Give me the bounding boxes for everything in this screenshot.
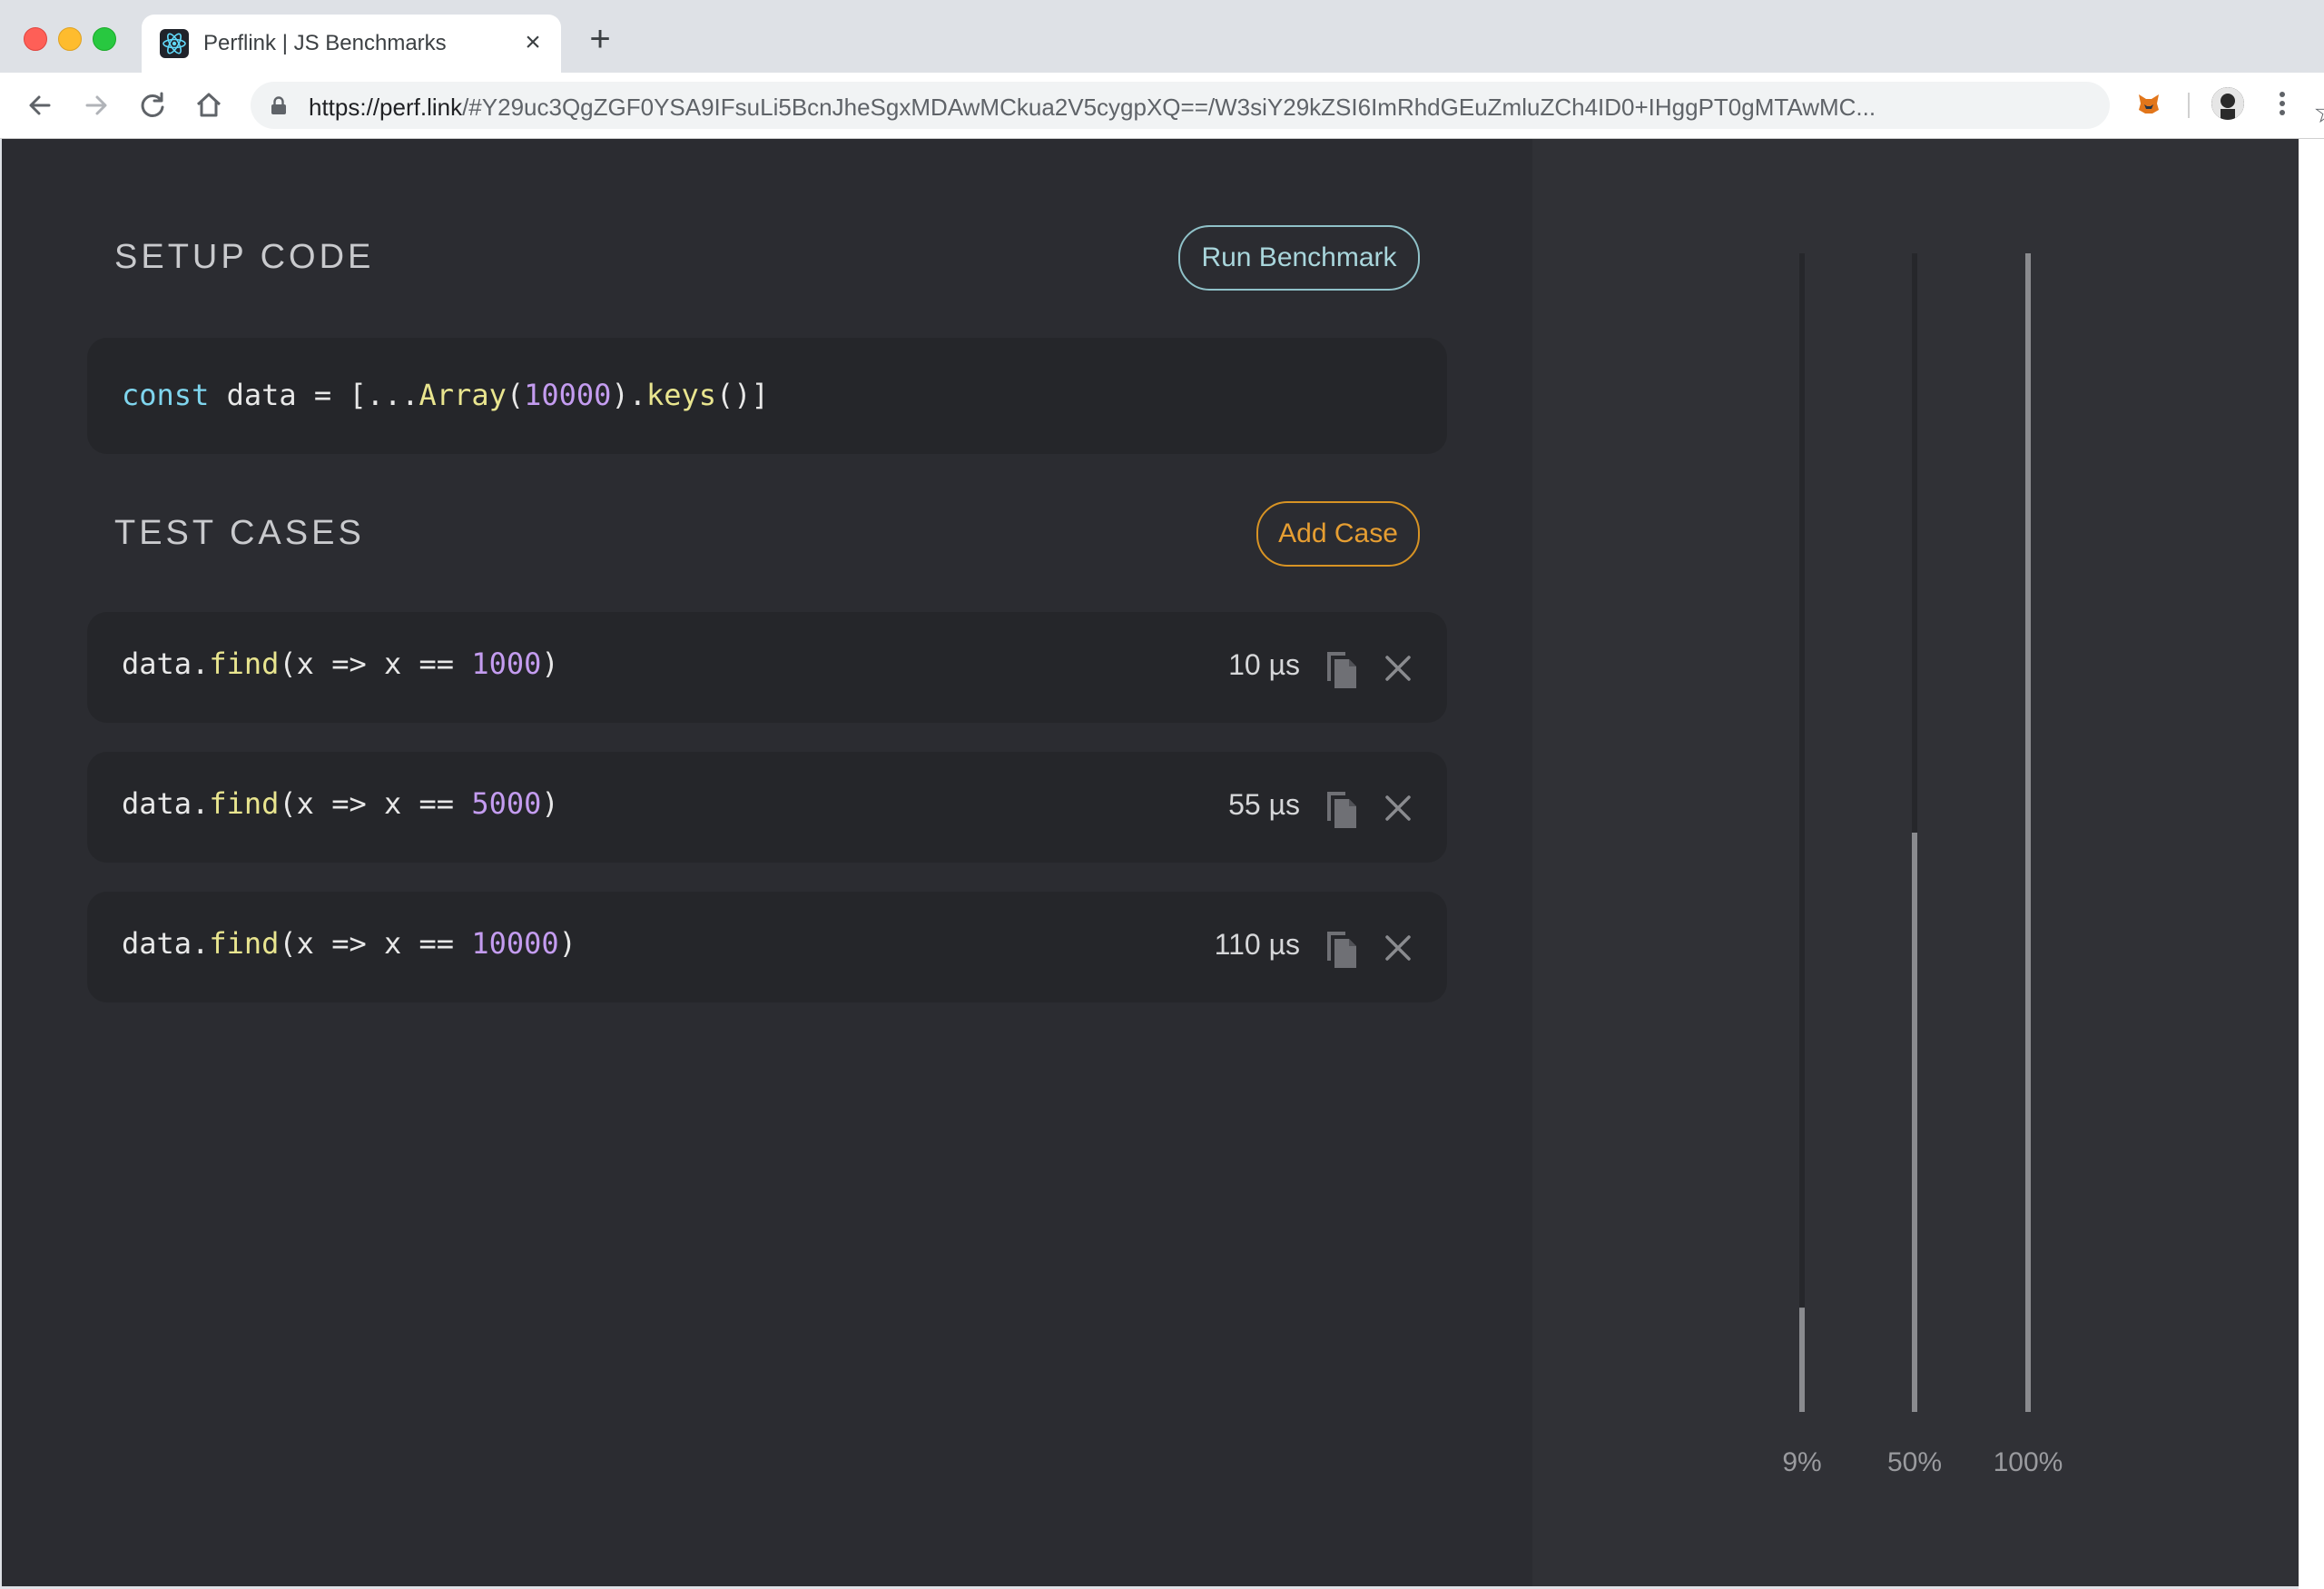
add-case-button[interactable]: Add Case bbox=[1256, 501, 1420, 567]
maximize-window-button[interactable] bbox=[93, 27, 116, 51]
test-case-time: 55 µs bbox=[1228, 788, 1300, 821]
react-logo-icon bbox=[160, 29, 189, 58]
menu-dots-icon[interactable] bbox=[2273, 87, 2291, 120]
code-text: data. bbox=[122, 926, 210, 961]
test-case-time: 110 µs bbox=[1214, 928, 1300, 961]
extension-icon[interactable] bbox=[2135, 89, 2162, 116]
test-case-card[interactable]: data.find(x => x == 1000) 10 µs bbox=[87, 612, 1447, 723]
code-punct: ( bbox=[506, 378, 525, 412]
duplicate-icon[interactable] bbox=[1324, 788, 1360, 830]
code-function: keys bbox=[645, 378, 717, 412]
remove-case-icon[interactable] bbox=[1384, 794, 1413, 823]
url-path: /#Y29uc3QgZGF0YSA9IFsuLi5BcnJheSgxMDAwMC… bbox=[462, 94, 1876, 121]
code-keyword: const bbox=[122, 378, 210, 412]
code-text: data. bbox=[122, 786, 210, 821]
duplicate-icon[interactable] bbox=[1324, 648, 1360, 690]
test-case-code[interactable]: data.find(x => x == 10000) bbox=[122, 926, 576, 961]
code-number: 10000 bbox=[471, 926, 559, 961]
code-text: data. bbox=[122, 646, 210, 681]
browser-toolbar: https://perf.link/#Y29uc3QgZGF0YSA9IFsuL… bbox=[0, 73, 2324, 139]
bar-label-2: 100% bbox=[1994, 1447, 2063, 1477]
back-arrow-icon[interactable] bbox=[24, 89, 56, 122]
code-punct: ). bbox=[611, 378, 646, 412]
tab-perflink[interactable]: Perflink | JS Benchmarks × bbox=[142, 15, 561, 73]
code-text: data = [... bbox=[209, 378, 419, 412]
profile-avatar[interactable] bbox=[2211, 87, 2244, 120]
results-chart: 9% 50% 100% bbox=[1782, 253, 2063, 1477]
code-text: (x => x == bbox=[279, 646, 472, 681]
toolbar-separator bbox=[2188, 93, 2190, 118]
setup-code-editor[interactable]: const data = [...Array(10000).keys()] bbox=[87, 338, 1447, 454]
new-tab-button[interactable]: + bbox=[585, 21, 615, 57]
code-function: find bbox=[209, 646, 280, 681]
scrollbar-gutter[interactable] bbox=[2299, 139, 2324, 1589]
minimize-window-button[interactable] bbox=[58, 27, 82, 51]
code-punct: ) bbox=[541, 786, 559, 821]
code-punct: ()] bbox=[716, 378, 769, 412]
star-icon[interactable]: ☆ bbox=[2313, 94, 2324, 131]
tab-strip: Perflink | JS Benchmarks × + bbox=[0, 0, 2324, 73]
code-punct: ) bbox=[558, 926, 576, 961]
code-function: Array bbox=[419, 378, 507, 412]
tab-title: Perflink | JS Benchmarks bbox=[203, 31, 447, 55]
bar-label-1: 50% bbox=[1887, 1447, 1942, 1477]
url-text[interactable]: https://perf.link/#Y29uc3QgZGF0YSA9IFsuL… bbox=[309, 94, 2034, 122]
close-tab-icon[interactable]: × bbox=[517, 27, 548, 58]
test-case-time: 10 µs bbox=[1228, 648, 1300, 681]
test-case-card[interactable]: data.find(x => x == 10000) 110 µs bbox=[87, 892, 1447, 1002]
code-function: find bbox=[209, 786, 280, 821]
code-function: find bbox=[209, 926, 280, 961]
code-text: (x => x == bbox=[279, 926, 472, 961]
address-bar[interactable]: https://perf.link/#Y29uc3QgZGF0YSA9IFsuL… bbox=[251, 82, 2324, 130]
remove-case-icon[interactable] bbox=[1384, 933, 1413, 962]
test-case-code[interactable]: data.find(x => x == 5000) bbox=[122, 786, 559, 821]
setup-code-text[interactable]: const data = [...Array(10000).keys()] bbox=[122, 378, 769, 412]
run-benchmark-button[interactable]: Run Benchmark bbox=[1178, 225, 1420, 291]
test-case-code[interactable]: data.find(x => x == 1000) bbox=[122, 646, 559, 681]
remove-case-icon[interactable] bbox=[1384, 654, 1413, 683]
lock-icon[interactable] bbox=[271, 96, 287, 114]
setup-code-heading: SETUP CODE bbox=[114, 238, 375, 276]
code-number: 10000 bbox=[524, 378, 612, 412]
home-icon[interactable] bbox=[192, 89, 225, 122]
code-punct: ) bbox=[541, 646, 559, 681]
test-case-card[interactable]: data.find(x => x == 5000) 55 µs bbox=[87, 752, 1447, 863]
close-window-button[interactable] bbox=[24, 27, 47, 51]
test-cases-heading: TEST CASES bbox=[114, 514, 365, 552]
forward-arrow-icon[interactable] bbox=[80, 89, 113, 122]
code-number: 1000 bbox=[471, 646, 542, 681]
url-host: https://perf.link bbox=[309, 94, 463, 121]
code-number: 5000 bbox=[471, 786, 542, 821]
code-text: (x => x == bbox=[279, 786, 472, 821]
duplicate-icon[interactable] bbox=[1324, 928, 1360, 970]
browser-window: Perflink | JS Benchmarks × + https://per… bbox=[0, 0, 2324, 1589]
bar-label-0: 9% bbox=[1782, 1447, 1821, 1477]
reload-icon[interactable] bbox=[136, 89, 169, 122]
